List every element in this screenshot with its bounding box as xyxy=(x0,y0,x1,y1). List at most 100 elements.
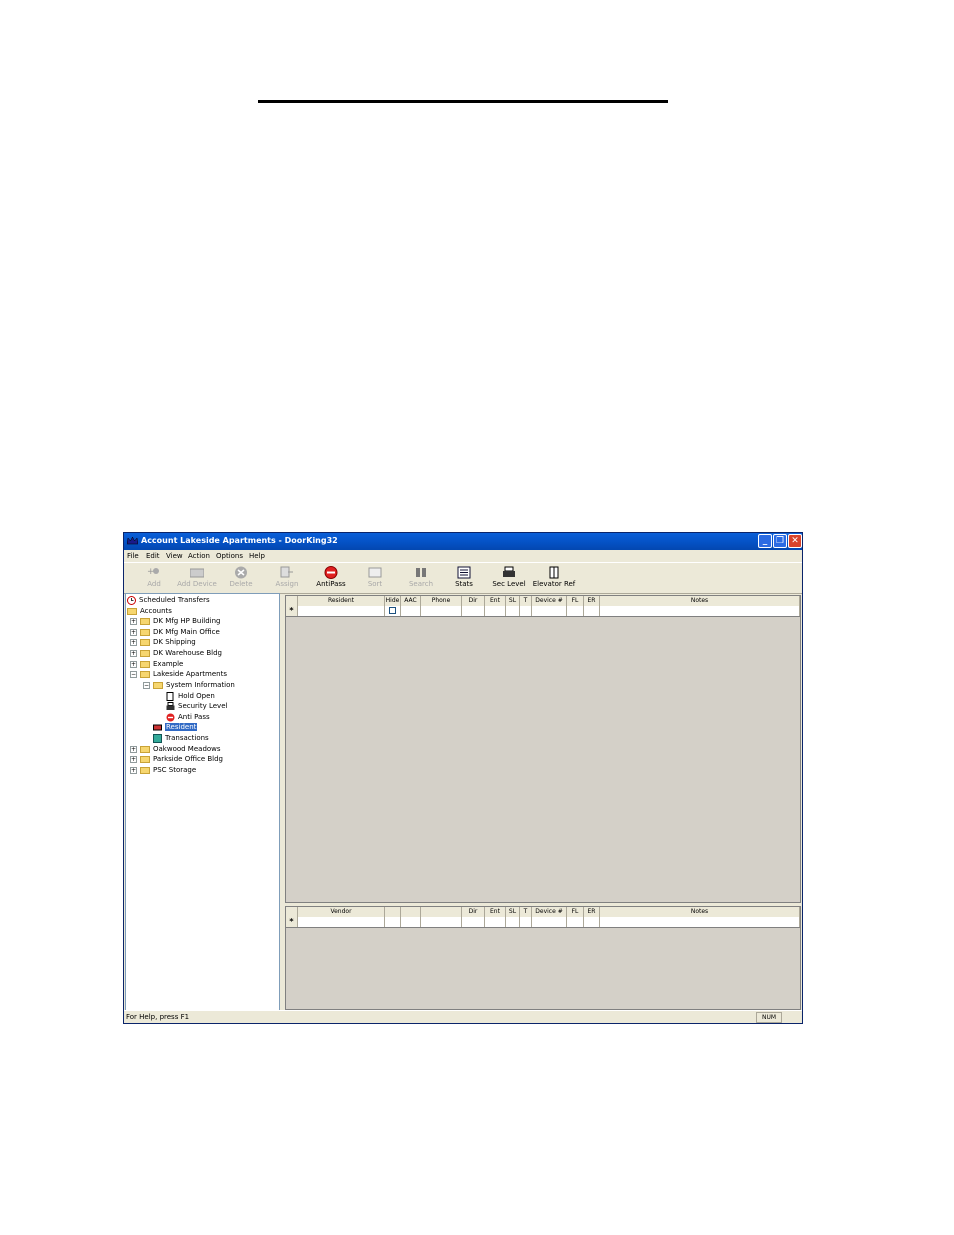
add-button[interactable]: + Add xyxy=(132,566,176,588)
search-button[interactable]: Search xyxy=(399,566,443,588)
er-cell[interactable] xyxy=(584,606,600,616)
column-header[interactable]: FL xyxy=(567,596,584,606)
tree-item-anti-pass[interactable]: Anti Pass xyxy=(166,712,210,722)
delete-button[interactable]: Delete xyxy=(219,566,263,588)
ent-cell[interactable] xyxy=(485,606,506,616)
collapse-icon[interactable]: − xyxy=(130,670,137,678)
elevator-ref-button[interactable]: Elevator Ref xyxy=(532,566,576,588)
device-cell[interactable] xyxy=(532,917,567,927)
column-header[interactable] xyxy=(385,907,401,917)
account-tree[interactable]: Scheduled Transfers Accounts + DK Mfg HP … xyxy=(125,593,280,1011)
fl-cell[interactable] xyxy=(567,917,584,927)
column-header[interactable]: ER xyxy=(584,596,600,606)
stats-button[interactable]: Stats xyxy=(442,566,486,588)
er-cell[interactable] xyxy=(584,917,600,927)
tree-item-security-level[interactable]: Security Level xyxy=(166,701,227,711)
fl-cell[interactable] xyxy=(567,606,584,616)
column-header[interactable] xyxy=(401,907,421,917)
t-cell[interactable] xyxy=(520,606,532,616)
hide-cell[interactable] xyxy=(385,606,401,616)
expand-icon[interactable]: + xyxy=(130,660,137,668)
column-header[interactable]: Resident xyxy=(298,596,385,606)
column-header[interactable]: T xyxy=(520,907,532,917)
tree-item-lakeside-apartments[interactable]: − Lakeside Apartments xyxy=(130,669,227,679)
close-button[interactable]: ✕ xyxy=(788,534,802,548)
resident-grid[interactable]: Resident Hide AAC Phone Dir Ent SL T Dev… xyxy=(285,595,801,903)
column-header[interactable]: Ent xyxy=(485,596,506,606)
grid-cell[interactable] xyxy=(401,917,421,927)
tree-item-dk-shipping[interactable]: + DK Shipping xyxy=(130,637,196,647)
new-record-row[interactable]: * xyxy=(286,606,800,617)
dir-cell[interactable] xyxy=(462,917,485,927)
hide-checkbox[interactable] xyxy=(389,607,396,614)
column-header[interactable]: ER xyxy=(584,907,600,917)
expand-icon[interactable]: + xyxy=(130,617,137,625)
tree-item-transactions[interactable]: Transactions xyxy=(153,733,209,743)
tree-item-scheduled-transfers[interactable]: Scheduled Transfers xyxy=(127,595,210,605)
column-header[interactable]: Ent xyxy=(485,907,506,917)
sort-button[interactable]: Sort xyxy=(353,566,397,588)
ent-cell[interactable] xyxy=(485,917,506,927)
t-cell[interactable] xyxy=(520,917,532,927)
device-cell[interactable] xyxy=(532,606,567,616)
title-bar[interactable]: Account Lakeside Apartments - DoorKing32… xyxy=(124,533,802,550)
expand-icon[interactable]: + xyxy=(130,628,137,636)
tree-item-example[interactable]: + Example xyxy=(130,659,183,669)
add-device-button[interactable]: Add Device xyxy=(175,566,219,588)
tree-item-system-information[interactable]: − System Information xyxy=(143,680,235,690)
new-record-row[interactable]: * xyxy=(286,917,800,928)
expand-icon[interactable]: + xyxy=(130,649,137,657)
tree-item-psc-storage[interactable]: + PSC Storage xyxy=(130,765,196,775)
menu-options[interactable]: Options xyxy=(216,552,243,560)
menu-action[interactable]: Action xyxy=(188,552,210,560)
tree-item-dk-mfg-main-office[interactable]: + DK Mfg Main Office xyxy=(130,627,220,637)
menu-edit[interactable]: Edit xyxy=(146,552,160,560)
expand-icon[interactable]: + xyxy=(130,766,137,774)
vendor-cell[interactable] xyxy=(298,917,385,927)
tree-item-dk-mfg-hp-building[interactable]: + DK Mfg HP Building xyxy=(130,616,220,626)
menu-view[interactable]: View xyxy=(166,552,183,560)
grid-cell[interactable] xyxy=(385,917,401,927)
tree-item-hold-open[interactable]: Hold Open xyxy=(166,691,215,701)
phone-cell[interactable] xyxy=(421,606,462,616)
dir-cell[interactable] xyxy=(462,606,485,616)
sl-cell[interactable] xyxy=(506,606,520,616)
column-header[interactable]: Hide xyxy=(385,596,401,606)
expand-icon[interactable]: + xyxy=(130,638,137,646)
menu-help[interactable]: Help xyxy=(249,552,265,560)
expand-icon[interactable]: + xyxy=(130,755,137,763)
collapse-icon[interactable]: − xyxy=(143,681,150,689)
column-header[interactable]: Notes xyxy=(600,907,800,917)
vendor-grid[interactable]: Vendor Dir Ent SL T Device # FL ER Notes… xyxy=(285,906,801,1010)
column-header[interactable]: Dir xyxy=(462,907,485,917)
sec-level-button[interactable]: Sec Level xyxy=(487,566,531,588)
column-header[interactable]: Notes xyxy=(600,596,800,606)
assign-button[interactable]: Assign xyxy=(265,566,309,588)
antipass-button[interactable]: AntiPass xyxy=(309,566,353,588)
column-header[interactable]: Phone xyxy=(421,596,462,606)
notes-cell[interactable] xyxy=(600,917,800,927)
tree-item-accounts[interactable]: Accounts xyxy=(127,606,172,616)
column-header[interactable]: SL xyxy=(506,907,520,917)
resident-cell[interactable] xyxy=(298,606,385,616)
tree-item-oakwood-meadows[interactable]: + Oakwood Meadows xyxy=(130,744,221,754)
minimize-button[interactable]: _ xyxy=(758,534,772,548)
column-header[interactable]: Device # xyxy=(532,907,567,917)
column-header[interactable]: Dir xyxy=(462,596,485,606)
expand-icon[interactable]: + xyxy=(130,745,137,753)
menu-file[interactable]: File xyxy=(127,552,139,560)
column-header[interactable]: T xyxy=(520,596,532,606)
tree-item-resident[interactable]: Resident xyxy=(153,722,198,732)
column-header[interactable]: FL xyxy=(567,907,584,917)
aac-cell[interactable] xyxy=(401,606,421,616)
column-header[interactable] xyxy=(421,907,462,917)
grid-cell[interactable] xyxy=(421,917,462,927)
tree-item-dk-warehouse-bldg[interactable]: + DK Warehouse Bldg xyxy=(130,648,222,658)
sl-cell[interactable] xyxy=(506,917,520,927)
column-header[interactable]: Device # xyxy=(532,596,567,606)
restore-button[interactable]: ❐ xyxy=(773,534,787,548)
tree-item-parkside-office-bldg[interactable]: + Parkside Office Bldg xyxy=(130,754,223,764)
column-header[interactable]: SL xyxy=(506,596,520,606)
notes-cell[interactable] xyxy=(600,606,800,616)
column-header[interactable]: AAC xyxy=(401,596,421,606)
